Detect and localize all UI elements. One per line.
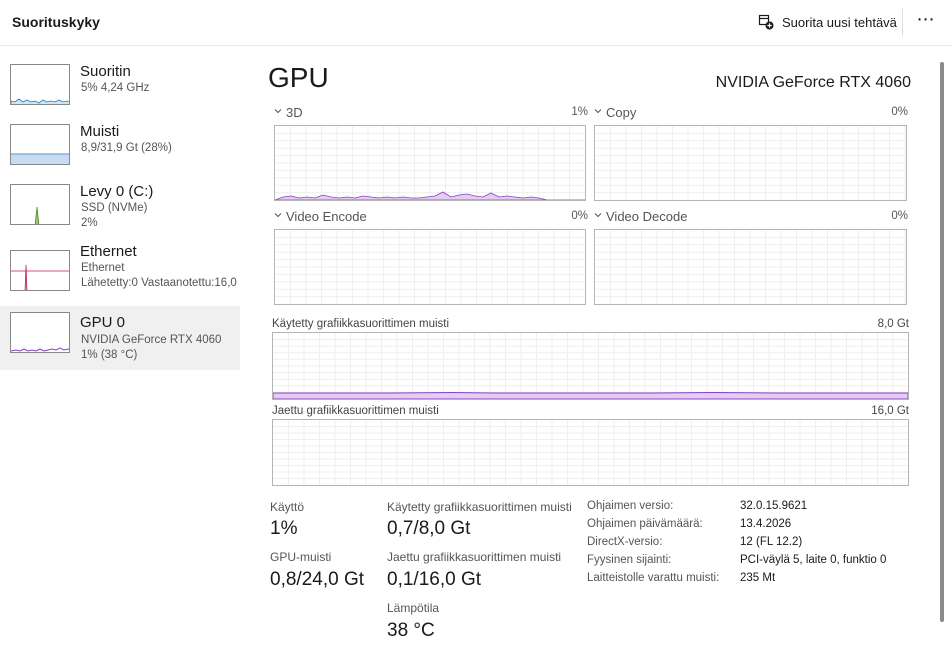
- dedicated-memory-stat-label: Käytetty grafiikkasuorittimen muisti: [387, 500, 572, 514]
- hardware-reserved-memory-value: 235 Mt: [740, 572, 776, 584]
- header-divider: [902, 8, 903, 36]
- engine-graph-video-encode: [274, 229, 586, 305]
- shared-memory-label: Jaettu grafiikkasuorittimen muisti: [272, 405, 439, 417]
- physical-location-label: Fyysinen sijainti:: [587, 554, 672, 566]
- shared-memory-graph: [272, 419, 909, 486]
- shared-memory-stat-value: 0,1/16,0 Gt: [387, 569, 482, 590]
- memory-graph-icon: [10, 124, 70, 165]
- utilization-label: Käyttö: [270, 500, 305, 514]
- engine-selector-video-decode[interactable]: Video Decode: [594, 209, 687, 224]
- engine-percent: 1%: [571, 106, 588, 118]
- directx-version-value: 12 (FL 12.2): [740, 536, 803, 548]
- chevron-down-icon: [274, 213, 282, 218]
- engine-graph-video-decode: [594, 229, 907, 305]
- sidebar-item-ethernet[interactable]: Ethernet Ethernet Lähetetty:0 Vastaanote…: [0, 243, 240, 308]
- run-task-label: Suorita uusi tehtävä: [782, 14, 897, 30]
- network-graph-icon: [10, 250, 70, 291]
- engine-graph-copy: [594, 125, 907, 201]
- page-title: Suorituskyky: [12, 14, 100, 30]
- sidebar-item-cpu[interactable]: Suoritin 5% 4,24 GHz: [0, 58, 240, 122]
- vertical-scrollbar[interactable]: [940, 62, 945, 622]
- sidebar-item-detail-2: 2%: [81, 217, 98, 229]
- engine-selector-video-encode[interactable]: Video Encode: [274, 209, 367, 224]
- engine-selector-3d[interactable]: 3D: [274, 105, 303, 120]
- disk-graph-icon: [10, 184, 70, 225]
- gpu-model-name: NVIDIA GeForce RTX 4060: [715, 74, 911, 91]
- engine-percent: 0%: [571, 210, 588, 222]
- sidebar-item-detail: Ethernet: [81, 262, 125, 274]
- chevron-down-icon: [274, 109, 282, 114]
- hardware-reserved-memory-label: Laitteistolle varattu muisti:: [587, 572, 720, 584]
- dedicated-memory-stat-value: 0,7/8,0 Gt: [387, 518, 471, 539]
- title-bar: Suorituskyky Suorita uusi tehtävä ⋯: [0, 0, 952, 46]
- driver-date-label: Ohjaimen päivämäärä:: [587, 518, 703, 530]
- run-task-icon: [758, 14, 774, 30]
- sidebar-item-label: Suoritin: [80, 63, 131, 80]
- engine-label: Video Decode: [606, 209, 688, 224]
- engine-label: 3D: [286, 105, 303, 120]
- sidebar-item-label: Ethernet: [80, 243, 137, 260]
- cpu-graph-icon: [10, 64, 70, 105]
- chevron-down-icon: [594, 109, 602, 114]
- temperature-label: Lämpötila: [387, 601, 440, 615]
- driver-version-value: 32.0.15.9621: [740, 500, 808, 512]
- sidebar-item-detail: SSD (NVMe): [81, 202, 148, 214]
- run-new-task-button[interactable]: Suorita uusi tehtävä: [750, 8, 905, 36]
- engine-label: Copy: [606, 105, 637, 120]
- sidebar-item-gpu[interactable]: GPU 0 NVIDIA GeForce RTX 4060 1% (38 °C): [0, 306, 240, 370]
- sidebar-item-label: Muisti: [80, 123, 120, 140]
- dedicated-memory-label: Käytetty grafiikkasuorittimen muisti: [272, 318, 450, 330]
- gpu-memory-label: GPU-muisti: [270, 550, 332, 564]
- sidebar-item-detail-2: Lähetetty:0 Vastaanotettu:16,0: [81, 277, 237, 289]
- driver-date-value: 13.4.2026: [740, 518, 792, 530]
- physical-location-value: PCI-väylä 5, laite 0, funktio 0: [740, 554, 887, 566]
- sidebar-item-label: GPU 0: [80, 314, 126, 331]
- directx-version-label: DirectX-versio:: [587, 536, 663, 548]
- shared-memory-max: 16,0 Gt: [871, 405, 909, 417]
- dedicated-memory-max: 8,0 Gt: [877, 318, 909, 330]
- more-options-button[interactable]: ⋯: [912, 9, 940, 35]
- engine-label: Video Encode: [286, 209, 367, 224]
- engine-percent: 0%: [891, 106, 908, 118]
- chevron-down-icon: [594, 213, 602, 218]
- gpu-graph-icon: [10, 312, 70, 353]
- scrollbar-thumb[interactable]: [940, 62, 944, 622]
- utilization-value: 1%: [270, 518, 298, 539]
- engine-percent: 0%: [891, 210, 908, 222]
- engine-graph-3d: [274, 125, 586, 201]
- sidebar-item-label: Levy 0 (C:): [80, 183, 154, 200]
- shared-memory-stat-label: Jaettu grafiikkasuorittimen muisti: [387, 550, 562, 564]
- gpu-memory-value: 0,8/24,0 Gt: [270, 569, 365, 590]
- sidebar-item-detail-2: 1% (38 °C): [81, 349, 138, 361]
- engine-selector-copy[interactable]: Copy: [594, 105, 636, 120]
- sidebar-item-disk[interactable]: Levy 0 (C:) SSD (NVMe) 2%: [0, 178, 240, 242]
- sidebar-item-detail: 8,9/31,9 Gt (28%): [81, 142, 172, 154]
- dedicated-memory-graph: [272, 332, 909, 400]
- sidebar-item-detail: NVIDIA GeForce RTX 4060: [81, 334, 222, 346]
- temperature-value: 38 °C: [387, 620, 435, 641]
- sidebar-item-detail: 5% 4,24 GHz: [81, 82, 150, 94]
- sidebar-item-memory[interactable]: Muisti 8,9/31,9 Gt (28%): [0, 118, 240, 182]
- driver-version-label: Ohjaimen versio:: [587, 500, 674, 512]
- gpu-heading: GPU: [268, 62, 329, 93]
